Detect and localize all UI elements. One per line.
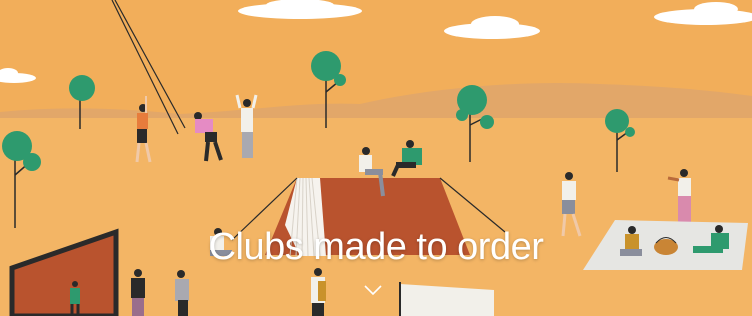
- hero-headline: Clubs made to order: [208, 226, 544, 268]
- hero-banner: Clubs made to order: [0, 0, 752, 316]
- chevron-down-icon: [364, 285, 382, 296]
- scroll-down-button[interactable]: [361, 282, 385, 298]
